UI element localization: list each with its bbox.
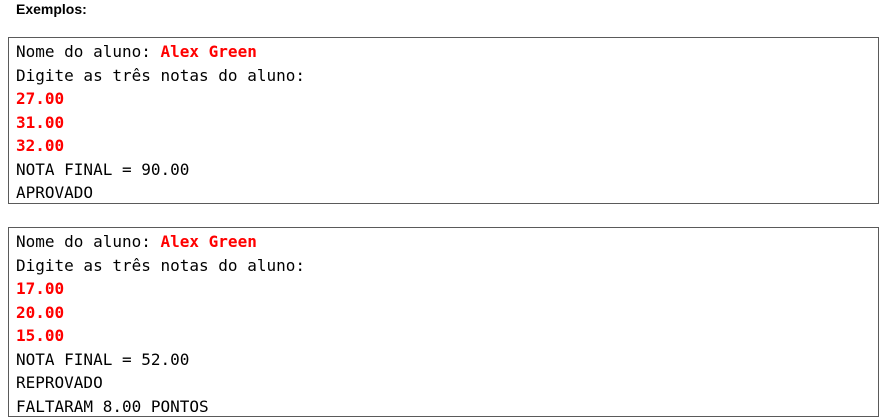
name-line: Nome do aluno: Alex Green bbox=[16, 40, 878, 64]
grade-input-3: 15.00 bbox=[16, 326, 65, 345]
grade-input-3: 32.00 bbox=[16, 136, 65, 155]
grade-input-2: 20.00 bbox=[16, 302, 65, 322]
status-line: APROVADO bbox=[16, 183, 94, 202]
grade-input-2: 31.00 bbox=[16, 112, 65, 132]
example-console-1: Nome do aluno: Alex Green Digite as três… bbox=[8, 37, 879, 204]
name-prompt: Nome do aluno: bbox=[16, 232, 161, 251]
final-grade-line: NOTA FINAL = 52.00 bbox=[16, 349, 190, 369]
name-line: Nome do aluno: Alex Green bbox=[16, 230, 878, 254]
grade-input-1: 27.00 bbox=[16, 89, 65, 108]
missing-points-line: FALTARAM 8.00 PONTOS bbox=[16, 396, 209, 416]
name-input: Alex Green bbox=[160, 42, 257, 61]
status-line: REPROVADO bbox=[16, 373, 103, 392]
name-input: Alex Green bbox=[160, 232, 257, 251]
name-prompt: Nome do aluno: bbox=[16, 42, 161, 61]
example-console-2: Nome do aluno: Alex Green Digite as três… bbox=[8, 227, 879, 417]
grades-prompt: Digite as três notas do aluno: bbox=[16, 255, 305, 275]
grades-prompt: Digite as três notas do aluno: bbox=[16, 65, 305, 85]
grade-input-1: 17.00 bbox=[16, 279, 65, 298]
examples-heading: Exemplos: bbox=[16, 1, 87, 17]
final-grade-line: NOTA FINAL = 90.00 bbox=[16, 159, 190, 179]
